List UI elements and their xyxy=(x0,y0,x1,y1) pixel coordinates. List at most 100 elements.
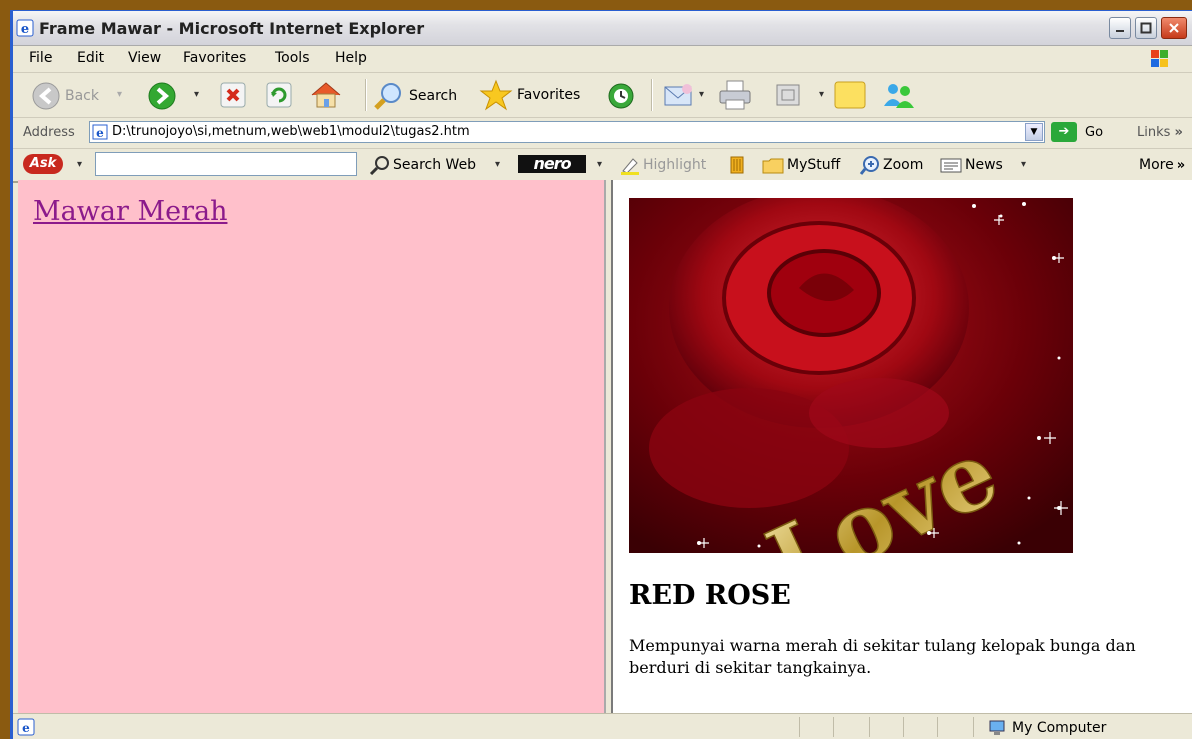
stop-button[interactable] xyxy=(219,81,247,109)
mail-button[interactable] xyxy=(663,81,695,109)
back-button[interactable]: Back xyxy=(31,81,99,111)
chevron-right-icon: » xyxy=(1174,125,1183,140)
mystuff-label: MyStuff xyxy=(787,157,841,173)
mail-dropdown-icon[interactable]: ▾ xyxy=(699,89,704,100)
news-icon xyxy=(940,158,962,173)
menu-bar: File Edit View Favorites Tools Help xyxy=(13,46,1192,73)
chevron-down-icon: ▼ xyxy=(1030,127,1038,137)
browser-window: e Frame Mawar - Microsoft Internet Explo… xyxy=(10,10,1192,739)
menu-view[interactable]: View xyxy=(128,50,161,66)
ask-dropdown-icon[interactable]: ▾ xyxy=(77,159,82,170)
svg-text:e: e xyxy=(21,22,29,37)
left-frame: Mawar Merah xyxy=(18,180,604,713)
more-button[interactable]: More » xyxy=(1139,157,1185,173)
search-label: Search xyxy=(409,88,458,104)
rose-heading: RED ROSE xyxy=(629,580,791,611)
minimize-icon xyxy=(1116,30,1124,32)
mawar-merah-link[interactable]: Mawar Merah xyxy=(33,196,227,227)
nero-dropdown-icon[interactable]: ▾ xyxy=(597,159,602,170)
search-icon xyxy=(374,83,401,110)
security-zone: My Computer xyxy=(988,719,1106,737)
mystuff-button[interactable]: MyStuff xyxy=(761,155,840,175)
frame-splitter[interactable] xyxy=(604,180,613,713)
favorites-star-icon xyxy=(479,79,513,111)
my-computer-icon xyxy=(989,720,1005,735)
svg-text:e: e xyxy=(22,721,30,735)
highlight-button[interactable]: Highlight xyxy=(619,155,706,175)
red-rose-love-image: Love xyxy=(629,198,1073,553)
magnifier-icon xyxy=(369,156,389,175)
highlighter-icon xyxy=(621,158,639,175)
go-arrow-icon: ➔ xyxy=(1051,122,1077,142)
print-icon xyxy=(719,80,751,110)
back-dropdown-icon[interactable]: ▾ xyxy=(117,89,122,100)
zoom-label: Zoom xyxy=(883,157,924,173)
maximize-button[interactable] xyxy=(1135,17,1157,39)
ask-search-input[interactable] xyxy=(95,152,357,176)
news-dropdown-icon[interactable]: ▾ xyxy=(1021,159,1026,170)
close-button[interactable] xyxy=(1161,17,1187,39)
back-label: Back xyxy=(65,88,99,104)
search-web-button[interactable]: Search Web xyxy=(369,155,476,175)
more-label: More xyxy=(1139,157,1174,173)
zone-label: My Computer xyxy=(1012,720,1107,736)
address-url: D:\trunojoyo\si,metnum,web\web1\modul2\t… xyxy=(112,124,470,139)
forward-dropdown-icon[interactable]: ▾ xyxy=(194,89,199,100)
bookmark-button[interactable] xyxy=(727,155,747,175)
right-frame: Love RED ROSE Mempunyai warna merah di s… xyxy=(613,180,1192,713)
back-arrow-icon xyxy=(32,82,60,110)
folder-icon xyxy=(762,158,784,174)
print-button[interactable] xyxy=(717,79,753,111)
standard-toolbar: Back ▾ ▾ Search Favorites ▾ ▾ xyxy=(13,73,1192,118)
forward-arrow-icon xyxy=(148,82,176,110)
page-icon: e xyxy=(92,124,108,140)
ask-toolbar: Ask ▾ Search Web ▾ nero ▾ Highlight MySt… xyxy=(13,149,1192,183)
messenger-button[interactable] xyxy=(881,80,915,110)
links-label: Links xyxy=(1137,125,1171,140)
go-button[interactable]: ➔ Go xyxy=(1051,122,1103,142)
note-icon xyxy=(834,81,866,109)
stop-icon xyxy=(220,82,246,108)
discuss-button[interactable] xyxy=(833,80,867,110)
window-title: Frame Mawar - Microsoft Internet Explore… xyxy=(39,19,425,38)
history-icon xyxy=(608,83,634,109)
maximize-icon xyxy=(1140,22,1152,34)
history-button[interactable] xyxy=(605,81,637,111)
status-bar: e My Computer xyxy=(13,713,1192,739)
edit-page-icon xyxy=(776,84,800,106)
home-button[interactable] xyxy=(309,79,343,111)
menu-edit[interactable]: Edit xyxy=(77,50,104,66)
menu-tools[interactable]: Tools xyxy=(275,50,310,66)
menu-help[interactable]: Help xyxy=(335,50,367,66)
edit-button[interactable] xyxy=(775,83,801,107)
search-button[interactable]: Search xyxy=(373,81,457,111)
rose-description: Mempunyai warna merah di sekitar tulang … xyxy=(629,636,1136,677)
zoom-button[interactable]: Zoom xyxy=(859,155,923,175)
highlight-label: Highlight xyxy=(643,157,707,173)
svg-text:e: e xyxy=(96,126,104,140)
ask-logo[interactable]: Ask xyxy=(23,154,63,174)
zoom-icon xyxy=(859,156,879,175)
search-web-label: Search Web xyxy=(393,157,477,173)
address-dropdown-button[interactable]: ▼ xyxy=(1025,123,1043,141)
edit-dropdown-icon[interactable]: ▾ xyxy=(819,89,824,100)
favorites-label: Favorites xyxy=(517,87,581,103)
refresh-button[interactable] xyxy=(265,81,293,109)
messenger-icon xyxy=(884,84,914,108)
windows-logo-icon xyxy=(1151,50,1168,67)
menu-file[interactable]: File xyxy=(29,50,52,66)
favorites-button[interactable]: Favorites xyxy=(479,79,580,111)
news-button[interactable]: News xyxy=(939,155,1003,175)
address-bar: Address e D:\trunojoyo\si,metnum,web\web… xyxy=(13,118,1192,149)
minimize-button[interactable] xyxy=(1109,17,1131,39)
title-bar: e Frame Mawar - Microsoft Internet Explo… xyxy=(13,11,1192,46)
search-web-dropdown-icon[interactable]: ▾ xyxy=(495,159,500,170)
nero-logo[interactable]: nero xyxy=(518,155,586,173)
page-content: Mawar Merah Love RED ROSE Mempunyai warn… xyxy=(13,180,1192,713)
address-label: Address xyxy=(23,125,75,140)
forward-button[interactable] xyxy=(147,81,177,111)
address-input[interactable]: e D:\trunojoyo\si,metnum,web\web1\modul2… xyxy=(89,121,1045,143)
menu-favorites[interactable]: Favorites xyxy=(183,50,246,66)
mail-icon xyxy=(664,84,692,106)
links-button[interactable]: Links » xyxy=(1137,125,1183,140)
